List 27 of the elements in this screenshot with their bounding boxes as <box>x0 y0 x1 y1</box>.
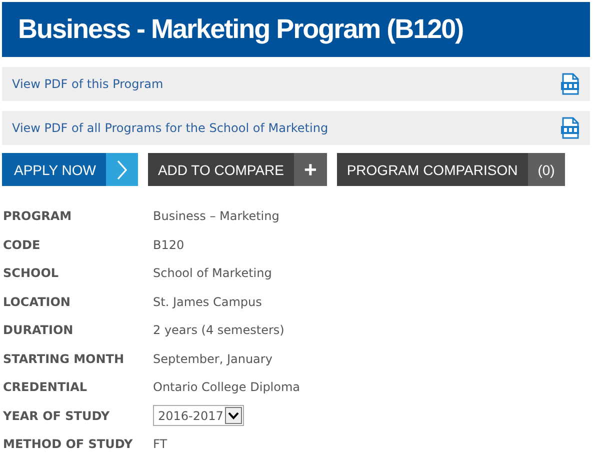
year-dropdown[interactable]: 2016-2017 <box>153 405 244 426</box>
field-label: SCHOOL <box>2 265 60 282</box>
pdf-icon[interactable] <box>560 117 580 139</box>
field-label: PROGRAM <box>2 208 73 226</box>
field-label: DURATION <box>2 322 74 340</box>
page-title: Business - Marketing Program (B120) <box>2 2 590 57</box>
field-label: CODE <box>2 236 42 254</box>
chevron-right-icon <box>116 160 127 180</box>
field-value: B120 <box>152 236 186 254</box>
field-value: Ontario College Diploma <box>152 379 300 396</box>
pdf-link[interactable]: View PDF of all Programs for the School of Marketing <box>12 121 328 135</box>
field-value: FT <box>152 436 168 454</box>
field-value: St. James Campus <box>152 294 263 311</box>
field-label: YEAR OF STUDY <box>2 408 111 425</box>
field-value: School of Marketing <box>152 265 273 282</box>
program-comparison-button[interactable]: PROGRAM COMPARISON (0) <box>336 153 565 186</box>
field-value: September, January <box>152 350 274 368</box>
field-value: 2 years (4 semesters) <box>152 322 286 340</box>
add-to-compare-button[interactable]: ADD TO COMPARE + <box>148 153 327 186</box>
field-value: Business – Marketing <box>152 208 280 226</box>
field-label: STARTING MONTH <box>2 350 126 368</box>
pdf-icon[interactable] <box>560 73 580 95</box>
pdf-link[interactable]: View PDF of this Program <box>12 77 164 91</box>
field-label: LOCATION <box>2 294 72 311</box>
field-label: CREDENTIAL <box>2 379 88 396</box>
field-label: METHOD OF STUDY <box>2 436 134 454</box>
apply-now-button[interactable]: APPLY NOW <box>2 153 138 186</box>
